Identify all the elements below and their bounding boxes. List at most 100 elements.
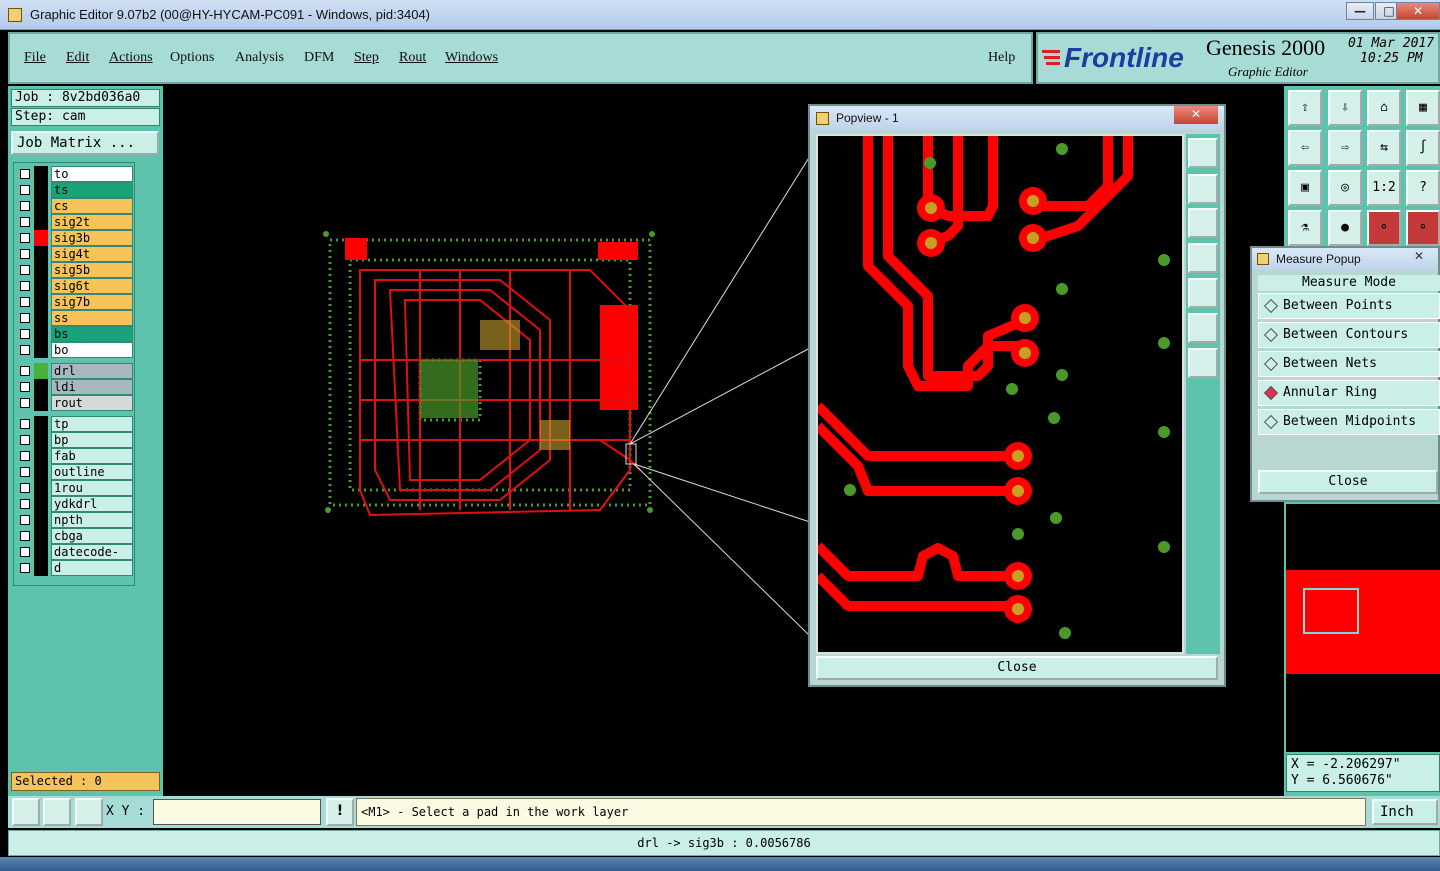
layer-checkbox[interactable]	[20, 265, 30, 275]
menu-options[interactable]: Options	[170, 50, 214, 66]
popview-canvas[interactable]	[814, 134, 1184, 654]
layer-row-sig2t[interactable]: sig2t	[17, 214, 133, 230]
measure-close-icon[interactable]: ✕	[1414, 249, 1424, 263]
layer-row-ss[interactable]: ss	[17, 310, 133, 326]
overview-panel[interactable]	[1286, 504, 1440, 752]
close-window-button[interactable]: ✕	[1396, 2, 1440, 20]
overview-viewport[interactable]	[1303, 588, 1359, 634]
layer-row-1rou[interactable]: 1rou	[17, 480, 133, 496]
measure-close-button[interactable]: Close	[1258, 470, 1438, 494]
layer-checkbox[interactable]	[20, 249, 30, 259]
measure-between-nets[interactable]: Between Nets	[1258, 351, 1440, 377]
units-selector[interactable]: Inch	[1372, 799, 1438, 825]
layer-checkbox[interactable]	[20, 563, 30, 573]
measure-between-points[interactable]: Between Points	[1258, 293, 1440, 319]
grid-icon[interactable]: ▦	[1406, 90, 1440, 126]
zoom-ratio-button[interactable]: 1:2	[1367, 170, 1401, 206]
measure-between-contours[interactable]: Between Contours	[1258, 322, 1440, 348]
layer-row-sig7b[interactable]: sig7b	[17, 294, 133, 310]
layer-checkbox[interactable]	[20, 185, 30, 195]
menu-step[interactable]: Step	[354, 50, 379, 66]
layer-row-outline[interactable]: outline	[17, 464, 133, 480]
layer-checkbox[interactable]	[20, 531, 30, 541]
alert-icon[interactable]: !	[326, 798, 354, 826]
layer-row-sig5b[interactable]: sig5b	[17, 262, 133, 278]
layer-checkbox[interactable]	[20, 499, 30, 509]
menu-help[interactable]: Help	[988, 50, 1015, 66]
layer-row-cbga[interactable]: cbga	[17, 528, 133, 544]
menu-rout[interactable]: Rout	[399, 50, 426, 66]
layer-row-sig4t[interactable]: sig4t	[17, 246, 133, 262]
layer-checkbox[interactable]	[20, 366, 30, 376]
popview-pan-down-button[interactable]	[1188, 208, 1218, 238]
layer-row-datecode-ss[interactable]: datecode-ss	[17, 544, 133, 574]
layer-checkbox[interactable]	[20, 419, 30, 429]
layer-checkbox[interactable]	[20, 281, 30, 291]
layer-checkbox[interactable]	[20, 382, 30, 392]
zoom-fit-icon[interactable]: ▣	[1288, 170, 1322, 206]
layer-checkbox[interactable]	[20, 451, 30, 461]
measure-between-midpoints[interactable]: Between Midpoints	[1258, 409, 1440, 435]
popview-pan-up-button[interactable]	[1188, 174, 1218, 204]
menu-file[interactable]: File	[24, 50, 46, 66]
zoom-home-icon[interactable]: ⇧	[1288, 90, 1322, 126]
pan-right-icon[interactable]: ⇨	[1328, 130, 1362, 166]
layer-row-ts[interactable]: ts	[17, 182, 133, 198]
layer-row-fab[interactable]: fab	[17, 448, 133, 464]
xy-input[interactable]	[153, 799, 321, 825]
snap-grid-icon[interactable]	[75, 798, 103, 826]
popview-close-button[interactable]: Close	[816, 656, 1218, 680]
layer-row-sig3b[interactable]: sig3b	[17, 230, 133, 246]
menu-edit[interactable]: Edit	[66, 50, 89, 66]
popview-pan-right-button[interactable]	[1188, 278, 1218, 308]
pan-left-icon[interactable]: ⇦	[1288, 130, 1322, 166]
menu-analysis[interactable]: Analysis	[235, 50, 284, 66]
layer-row-bs[interactable]: bs	[17, 326, 133, 342]
layer-row-to[interactable]: to	[17, 166, 133, 182]
popview-zoom-fit-button[interactable]	[1188, 138, 1218, 168]
zoom-down-icon[interactable]: ⇩	[1328, 90, 1362, 126]
layer-row-ldi[interactable]: ldi	[17, 379, 133, 395]
layer-checkbox[interactable]	[20, 169, 30, 179]
layer-row-drl[interactable]: drl	[17, 363, 133, 379]
snap-icon[interactable]: ∫	[1406, 130, 1440, 166]
menu-actions[interactable]: Actions	[109, 50, 153, 66]
layer-checkbox[interactable]	[20, 313, 30, 323]
layer-checkbox[interactable]	[20, 467, 30, 477]
menu-dfm[interactable]: DFM	[304, 50, 334, 66]
popview-close-icon[interactable]: ✕	[1174, 106, 1218, 124]
layer-row-rout[interactable]: rout	[17, 395, 133, 411]
layer-row-d[interactable]: d	[17, 560, 133, 576]
layer-row-cs[interactable]: cs	[17, 198, 133, 214]
layer-checkbox[interactable]	[20, 217, 30, 227]
layer-checkbox[interactable]	[20, 398, 30, 408]
layer-checkbox[interactable]	[20, 435, 30, 445]
layer-row-sig6t[interactable]: sig6t	[17, 278, 133, 294]
popview-zoom-in-button[interactable]	[1188, 313, 1218, 343]
layer-checkbox[interactable]	[20, 297, 30, 307]
menu-windows[interactable]: Windows	[445, 50, 498, 66]
layer-checkbox[interactable]	[20, 345, 30, 355]
layer-checkbox[interactable]	[20, 483, 30, 493]
layer-checkbox[interactable]	[20, 329, 30, 339]
home-icon[interactable]: ⌂	[1367, 90, 1401, 126]
layer-row-npth[interactable]: npth	[17, 512, 133, 528]
probe-icon[interactable]: ●	[1328, 210, 1362, 246]
angle-mode-icon[interactable]	[43, 798, 71, 826]
layer-checkbox[interactable]	[20, 515, 30, 525]
minimize-button[interactable]: —	[1346, 2, 1374, 20]
job-matrix-button[interactable]: Job Matrix ...	[11, 131, 159, 155]
measure-tool-icon[interactable]: ⚗	[1288, 210, 1322, 246]
zoom-center-icon[interactable]: ◎	[1328, 170, 1362, 206]
popview-zoom-out-button[interactable]	[1188, 348, 1218, 378]
layer-row-bp[interactable]: bp	[17, 432, 133, 448]
layer-row-tp[interactable]: tp	[17, 416, 133, 432]
popview-pan-left-button[interactable]	[1188, 243, 1218, 273]
net-icon[interactable]: ⚬	[1367, 210, 1401, 246]
measure-annular-ring[interactable]: Annular Ring	[1258, 380, 1440, 406]
layer-checkbox[interactable]	[20, 201, 30, 211]
layer-row-bo[interactable]: bo	[17, 342, 133, 358]
net-highlight-icon[interactable]: ⚬	[1406, 210, 1440, 246]
draw-mode-icon[interactable]	[12, 798, 40, 826]
swap-icon[interactable]: ⇆	[1367, 130, 1401, 166]
